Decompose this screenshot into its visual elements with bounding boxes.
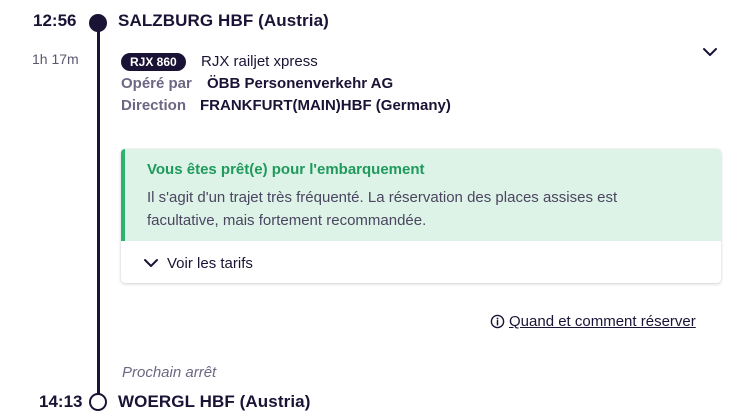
chevron-down-icon [144,259,158,267]
view-fares-label: Voir les tarifs [167,254,253,272]
operator-value: ÖBB Personenverkehr AG [207,75,394,92]
notice-text: Il s'agit d'un trajet très fréquenté. La… [147,186,707,232]
notice-banner: Vous êtes prêt(e) pour l'embarquement Il… [121,149,721,241]
direction-value: FRANKFURT(MAIN)HBF (Germany) [200,97,451,114]
direction-label: Direction [121,97,187,114]
train-number-badge: RJX 860 [121,53,186,71]
how-to-book-link[interactable]: Quand et comment réserver [490,313,696,330]
departure-station: SALZBURG HBF (Austria) [118,11,329,30]
arrival-station: WOERGL HBF (Austria) [118,392,311,411]
booking-notice-card: Vous êtes prêt(e) pour l'embarquement Il… [121,149,721,283]
expand-details-button[interactable] [700,44,720,60]
train-service-name: RJX railjet xpress [201,53,318,70]
notice-title: Vous êtes prêt(e) pour l'embarquement [147,161,425,178]
chevron-down-icon [703,48,717,56]
timeline-line [97,22,100,400]
next-stop-label: Prochain arrêt [122,364,217,381]
next-stop-marker [89,393,107,411]
view-fares-toggle[interactable]: Voir les tarifs [143,252,253,274]
info-circle-icon [490,314,505,329]
departure-time: 12:56 [33,11,77,30]
notice-text-line-1: Il s'agit d'un trajet très fréquenté. La… [147,189,618,206]
arrival-time: 14:13 [39,392,83,411]
notice-text-line-2: facultative, mais fortement recommandée. [147,212,427,229]
journey-duration: 1h 17m [32,51,79,67]
how-to-book-label: Quand et comment réserver [509,313,696,330]
operator-label: Opéré par [121,75,192,92]
departure-stop-marker [89,14,107,32]
